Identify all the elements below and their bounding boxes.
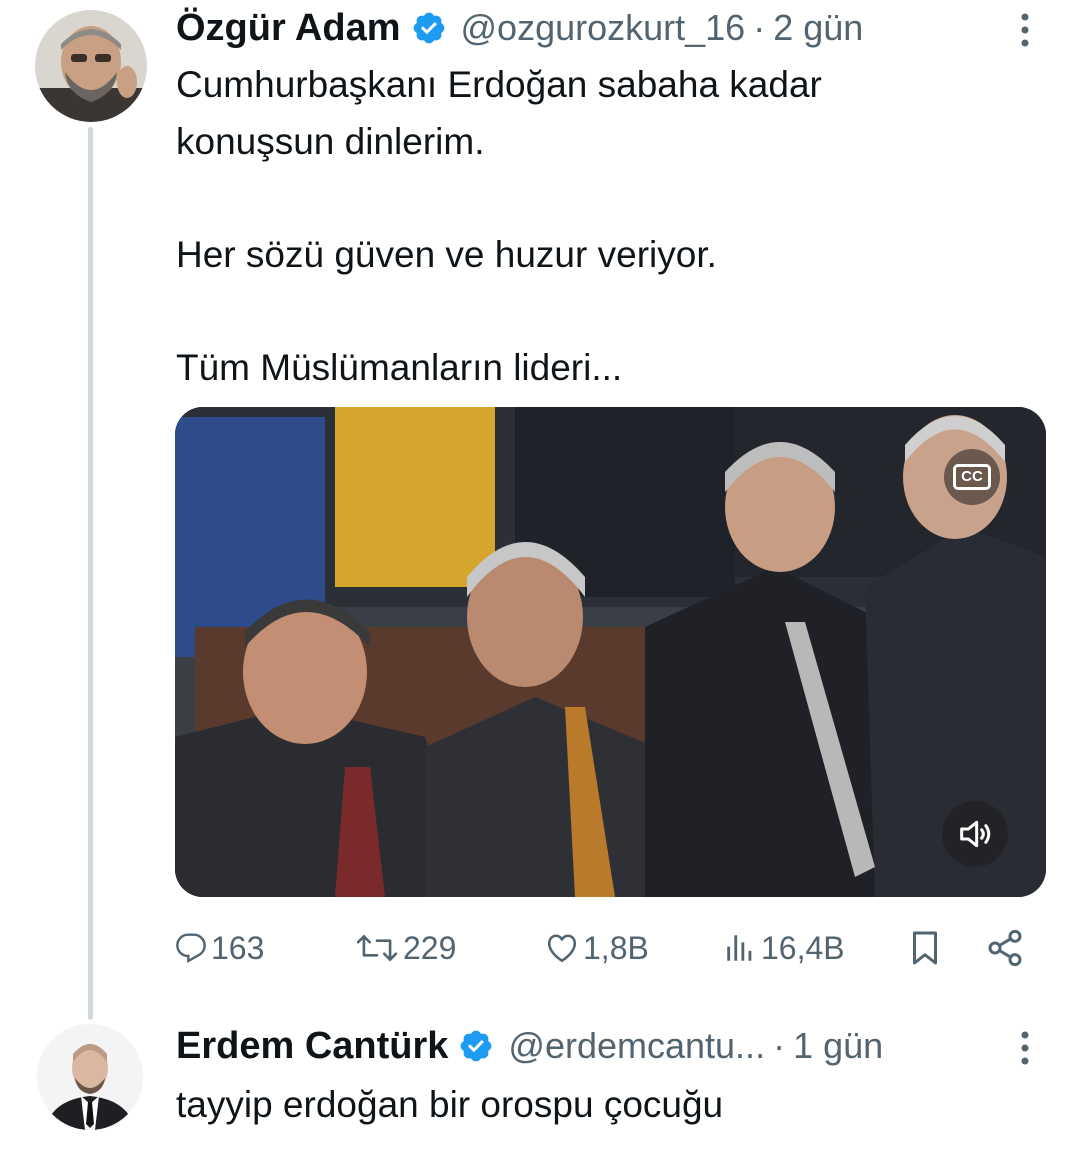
reply-header: Erdem Cantürk @erdemcantu... · 1 gün bbox=[176, 1022, 883, 1070]
like-button[interactable]: 1,8B bbox=[545, 922, 649, 974]
video-player[interactable]: CC bbox=[175, 407, 1046, 897]
author-handle[interactable]: @ozgurozkurt_16 bbox=[461, 7, 746, 49]
tweet-text-line: Her sözü güven ve huzur veriyor. bbox=[176, 234, 717, 275]
share-button[interactable] bbox=[985, 922, 1025, 974]
vertical-ellipsis-icon bbox=[1021, 1031, 1029, 1065]
tweet-text-line: konuşsun dinlerim. bbox=[176, 121, 485, 162]
view-count: 16,4B bbox=[761, 929, 845, 966]
separator-dot: · bbox=[773, 1025, 786, 1066]
verified-badge-icon bbox=[461, 1030, 492, 1062]
avatar[interactable] bbox=[37, 1024, 143, 1130]
avatar-photo-icon bbox=[37, 1024, 143, 1130]
author-name[interactable]: Erdem Cantürk bbox=[176, 1025, 448, 1068]
avatar-photo-icon bbox=[35, 10, 147, 122]
reply-text: tayyip erdoğan bir orospu çocuğu bbox=[176, 1084, 724, 1125]
retweet-count: 229 bbox=[403, 929, 457, 966]
avatar[interactable] bbox=[35, 10, 147, 122]
timestamp[interactable]: 2 gün bbox=[773, 7, 863, 49]
volume-button[interactable] bbox=[942, 801, 1008, 867]
tweet-text-line: Cumhurbaşkanı Erdoğan sabaha kadar bbox=[176, 64, 822, 105]
tweet-text-line: Tüm Müslümanların lideri... bbox=[176, 347, 623, 388]
share-icon bbox=[988, 929, 1022, 967]
bookmark-button[interactable] bbox=[909, 922, 941, 974]
more-options-button[interactable] bbox=[1010, 6, 1040, 54]
tweet-actions-bar: 163 229 1,8B 16,4B bbox=[175, 922, 1045, 974]
like-count: 1,8B bbox=[583, 929, 649, 966]
timestamp[interactable]: 1 gün bbox=[793, 1025, 883, 1067]
retweet-button[interactable]: 229 bbox=[355, 922, 456, 974]
more-options-button[interactable] bbox=[1010, 1024, 1040, 1072]
separator-dot: · bbox=[753, 7, 766, 48]
author-handle[interactable]: @erdemcantu... bbox=[508, 1025, 765, 1067]
captions-icon: CC bbox=[953, 464, 991, 490]
tweet-header: Özgür Adam @ozgurozkurt_16 · 2 gün bbox=[176, 4, 863, 52]
bookmark-icon bbox=[913, 931, 937, 965]
speaker-icon bbox=[960, 820, 991, 848]
thread-connector-line bbox=[88, 127, 93, 1020]
reply-count: 163 bbox=[211, 929, 265, 966]
reply-icon bbox=[176, 933, 206, 964]
reply-button[interactable]: 163 bbox=[175, 922, 264, 974]
retweet-icon bbox=[356, 935, 398, 961]
heart-icon bbox=[547, 934, 577, 963]
video-frame bbox=[175, 407, 1046, 897]
vertical-ellipsis-icon bbox=[1021, 13, 1029, 47]
views-button[interactable]: 16,4B bbox=[723, 922, 845, 974]
analytics-icon bbox=[727, 935, 752, 961]
verified-badge-icon bbox=[413, 12, 444, 44]
author-name[interactable]: Özgür Adam bbox=[176, 7, 401, 50]
captions-button[interactable]: CC bbox=[944, 449, 1000, 505]
